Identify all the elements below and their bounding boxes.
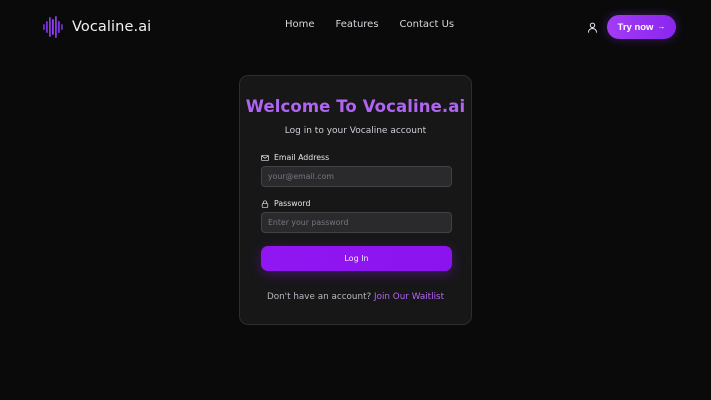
nav-home[interactable]: Home [285,19,315,30]
signup-prompt: Don't have an account? Join Our Waitlist [240,292,471,302]
email-label: Email Address [261,153,329,162]
account-button[interactable] [585,20,599,34]
password-label: Password [261,199,310,208]
login-card: Welcome To Vocaline.ai Log in to your Vo… [239,75,472,325]
arrow-right-icon: → [657,22,666,31]
password-label-text: Password [274,199,311,208]
top-navbar: Vocaline.ai Home Features Contact Us Try… [0,0,711,54]
main-nav: Home Features Contact Us [285,19,454,30]
email-label-text: Email Address [274,153,330,162]
login-title: Welcome To Vocaline.ai [245,97,466,116]
password-field[interactable] [261,212,452,233]
user-icon [587,22,597,33]
email-field[interactable] [261,166,452,187]
signup-prompt-text: Don't have an account? [266,292,372,302]
try-now-button[interactable]: Try now → [607,15,676,39]
nav-features[interactable]: Features [336,19,379,30]
login-button[interactable]: Log In [261,246,452,271]
mail-icon [261,154,269,161]
soundwave-icon [43,16,63,38]
login-subtitle: Log in to your Vocaline account [284,126,427,136]
brand-name: Vocaline.ai [72,19,152,35]
lock-icon [261,200,269,208]
brand-logo[interactable]: Vocaline.ai [43,15,151,39]
try-now-label: Try now [617,21,654,33]
nav-contact-us[interactable]: Contact Us [400,19,455,30]
join-waitlist-link[interactable]: Join Our Waitlist [374,292,444,302]
